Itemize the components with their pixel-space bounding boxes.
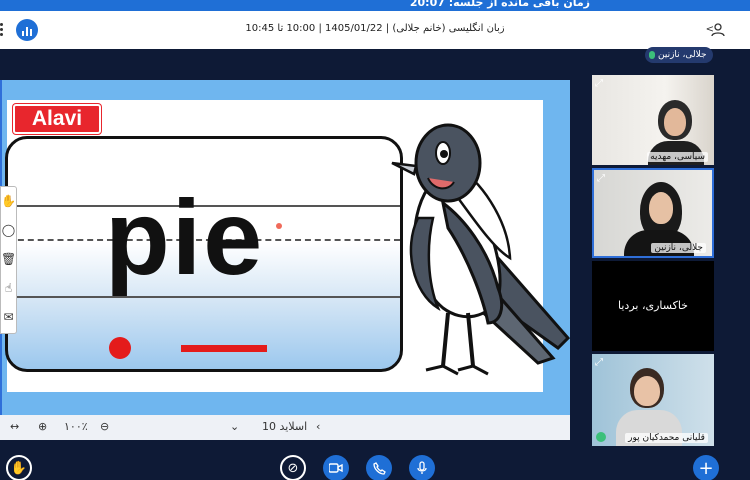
add-button[interactable]: + — [693, 455, 719, 480]
participant-tile[interactable]: ⤢ قلیانی محمدکیان پور — [592, 354, 714, 446]
slide-word: pie — [105, 179, 265, 297]
expand-icon[interactable]: ⤢ — [595, 357, 607, 369]
participant-name: جلالی، نازنین — [651, 243, 706, 253]
participant-tile[interactable]: ⤢ سیاسی، مهدیه — [592, 75, 714, 165]
meeting-title: زبان انگلیسی (خانم جلالی) | 1405/01/22 |… — [245, 23, 505, 34]
session-timer-strip: زمان باقی مانده از جلسه: 20:07 — [0, 0, 750, 11]
mic-active-icon — [596, 432, 606, 442]
fit-width-icon[interactable]: ↔ — [10, 420, 19, 433]
camera-button[interactable] — [323, 455, 349, 480]
hand-tool-icon[interactable]: ✋ — [1, 187, 16, 216]
lasso-tool-icon[interactable]: ◯ — [1, 216, 16, 245]
participant-tile[interactable]: ⤢ جلالی، نازنین — [592, 168, 714, 258]
word-board: pie — [5, 136, 403, 372]
chevron-down-icon[interactable]: ⌄ — [230, 420, 239, 433]
expand-icon[interactable]: ⤢ — [597, 173, 609, 185]
participant-name: سیاسی، مهدیه — [647, 152, 708, 162]
slide-selector[interactable]: اسلاید 10 — [262, 420, 307, 433]
whiteboard-icon[interactable]: ✉ — [1, 303, 16, 332]
presenter-name: جلالی، نازنین — [658, 50, 707, 60]
mic-active-icon — [649, 51, 655, 59]
phone-button[interactable] — [366, 455, 392, 480]
bar-chart-icon[interactable] — [16, 19, 38, 41]
microphone-button[interactable] — [409, 455, 435, 480]
red-dot-marker — [109, 337, 131, 359]
expand-icon[interactable]: ⤢ — [595, 78, 607, 90]
participant-name: قلیانی محمدکیان پور — [625, 433, 708, 443]
small-dot-marker — [276, 223, 282, 229]
app-header: زبان انگلیسی (خانم جلالی) | 1405/01/22 |… — [0, 11, 750, 49]
phone-icon — [372, 461, 386, 475]
user-icon[interactable] — [710, 22, 726, 38]
zoom-in-icon[interactable]: ⊕ — [38, 420, 47, 433]
zoom-level: ۱۰۰٪ — [64, 420, 88, 433]
trash-icon[interactable]: 🗑 — [1, 245, 16, 274]
microphone-icon — [417, 461, 427, 474]
participant-tile[interactable]: خاکساری، بردیا — [592, 261, 714, 351]
annotation-toolbar: ✋ ◯ 🗑 ☝ ✉ — [0, 186, 17, 334]
chevron-left-icon[interactable]: ‹ — [316, 420, 320, 433]
presenter-badge: جلالی، نازنین — [645, 47, 713, 63]
raise-hand-button[interactable]: ✋ — [6, 455, 32, 480]
pointer-tool-icon[interactable]: ☝ — [1, 274, 16, 303]
participant-name: خاکساری، بردیا — [618, 299, 688, 312]
video-camera-icon — [329, 463, 343, 473]
zoom-out-icon[interactable]: ⊖ — [100, 420, 109, 433]
red-underline-marker — [181, 345, 267, 352]
screen-share-off-button[interactable]: ⊘ — [280, 455, 306, 480]
magpie-bird-illustration — [391, 123, 571, 376]
presentation-toolbar: ↔ ⊕ ۱۰۰٪ ⊖ ⌄ اسلاید 10 ‹ — [0, 415, 570, 440]
alavi-logo: Alavi — [13, 104, 101, 134]
session-timer-text: زمان باقی مانده از جلسه: 20:07 — [409, 0, 590, 9]
more-menu-icon[interactable] — [0, 23, 4, 37]
